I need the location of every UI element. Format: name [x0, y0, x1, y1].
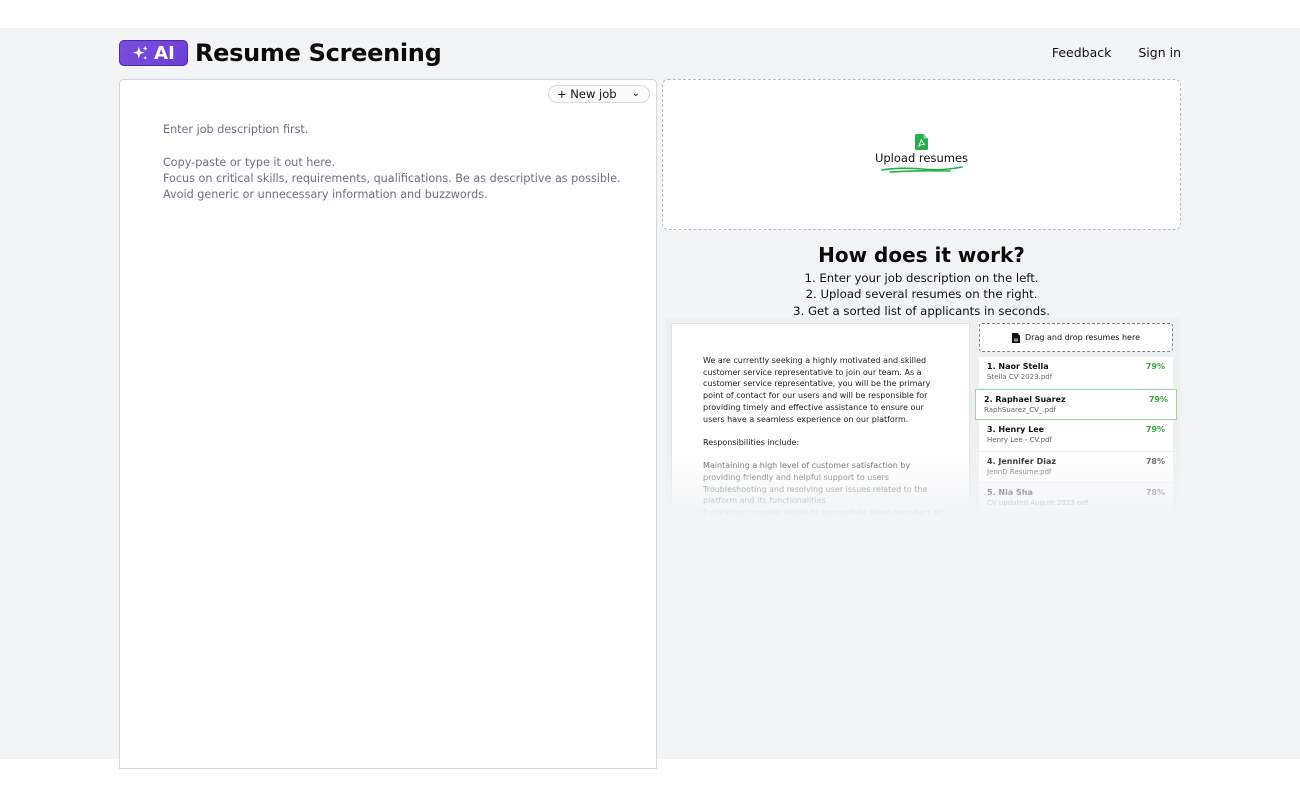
chevron-down-icon: ⌄ — [631, 88, 640, 99]
file-icon — [1012, 332, 1020, 343]
step-item: 2. Upload several resumes on the right. — [805, 287, 1038, 302]
upload-resumes-label: Upload resumes — [874, 151, 969, 165]
logo-text: AI — [154, 42, 175, 64]
ranked-item: 3. Henry Lee Henry Lee - CV.pdf 79% — [979, 420, 1173, 452]
underline-scribble — [880, 166, 963, 173]
ranked-item: 4. Jennifer Diaz JennD Resume.pdf 78% — [979, 451, 1173, 483]
step-item: 3. Get a sorted list of applicants in se… — [793, 303, 1050, 318]
sparkles-icon — [133, 45, 148, 60]
header: AI Resume Screening Feedback Sign in — [119, 38, 1181, 70]
candidate-name: 1. Naor Stella — [987, 362, 1049, 371]
preview-job-doc: We are currently seeking a highly motiva… — [671, 323, 970, 518]
job-select[interactable]: + New job ⌄ — [548, 85, 650, 103]
preview-drop-zone: Drag and drop resumes here — [979, 323, 1173, 352]
app-title: Resume Screening — [195, 39, 442, 67]
top-nav: Feedback Sign in — [1052, 45, 1181, 60]
candidate-name: 3. Henry Lee — [987, 425, 1045, 434]
how-it-works-steps: 1. Enter your job description on the lef… — [662, 270, 1181, 319]
preview-doc-item: Troubleshooting and resolving user issue… — [703, 484, 928, 506]
ranked-item: 1. Naor Stella Stella CV 2023.pdf 79% — [979, 357, 1173, 389]
placeholder-line: Enter job description first. — [163, 123, 309, 136]
preview-doc-heading: Responsibilities include: — [703, 437, 800, 447]
drop-label: Drag and drop resumes here — [1025, 333, 1140, 342]
ranked-item: 2. Raphael Suarez RaphSuarez_CV_.pdf 79% — [975, 388, 1177, 420]
candidate-score: 78% — [1145, 456, 1165, 466]
job-select-value: + New job — [557, 87, 617, 101]
preview-doc-paragraph: We are currently seeking a highly motiva… — [703, 356, 931, 424]
candidate-file: Henry Lee - CV.pdf — [987, 436, 1052, 444]
upload-resumes-dropzone[interactable]: Upload resumes — [662, 79, 1181, 230]
candidate-score: 79% — [1145, 425, 1165, 434]
placeholder-line: Focus on critical skills, requirements, … — [163, 171, 621, 185]
placeholder-line: Copy-paste or type it out here. — [163, 155, 336, 169]
candidate-file: CV updated August 2023.pdf — [987, 499, 1089, 507]
candidate-score: 79% — [1148, 394, 1168, 404]
step-item: 1. Enter your job description on the lef… — [804, 271, 1039, 285]
job-description-placeholder[interactable]: Enter job description first. Copy-paste … — [163, 122, 633, 203]
candidate-name: 2. Raphael Suarez — [984, 394, 1066, 404]
how-it-works: How does it work? 1. Enter your job desc… — [662, 240, 1181, 319]
candidate-name: 4. Jennifer Diaz — [987, 456, 1056, 466]
preview-doc-item: Escalating complex issues to appropriate… — [703, 508, 943, 518]
demo-preview-image: We are currently seeking a highly motiva… — [666, 318, 1180, 518]
ranked-item: 5. Nia Sha CV updated August 2023.pdf 78… — [979, 483, 1173, 515]
placeholder-line: Avoid generic or unnecessary information… — [163, 188, 488, 202]
candidate-score: 79% — [1145, 362, 1165, 371]
ranked-resume-list: 1. Naor Stella Stella CV 2023.pdf 79% 2.… — [975, 357, 1177, 515]
candidate-score: 78% — [1145, 488, 1165, 497]
candidate-file: RaphSuarez_CV_.pdf — [984, 405, 1057, 414]
job-description-panel[interactable]: + New job ⌄ Enter job description first.… — [119, 79, 657, 769]
how-it-works-title: How does it work? — [818, 243, 1025, 267]
candidate-file: Stella CV 2023.pdf — [987, 373, 1053, 381]
page-background: AI Resume Screening Feedback Sign in + N… — [0, 28, 1300, 769]
preview-doc-item: Maintaining a high level of customer sat… — [703, 461, 911, 482]
feedback-link[interactable]: Feedback — [1052, 45, 1112, 60]
candidate-file: JennD Resume.pdf — [987, 467, 1052, 476]
candidate-name: 5. Nia Sha — [987, 488, 1033, 497]
pdf-file-icon — [915, 134, 928, 150]
sign-in-link[interactable]: Sign in — [1138, 45, 1181, 60]
logo-badge[interactable]: AI — [119, 40, 188, 66]
